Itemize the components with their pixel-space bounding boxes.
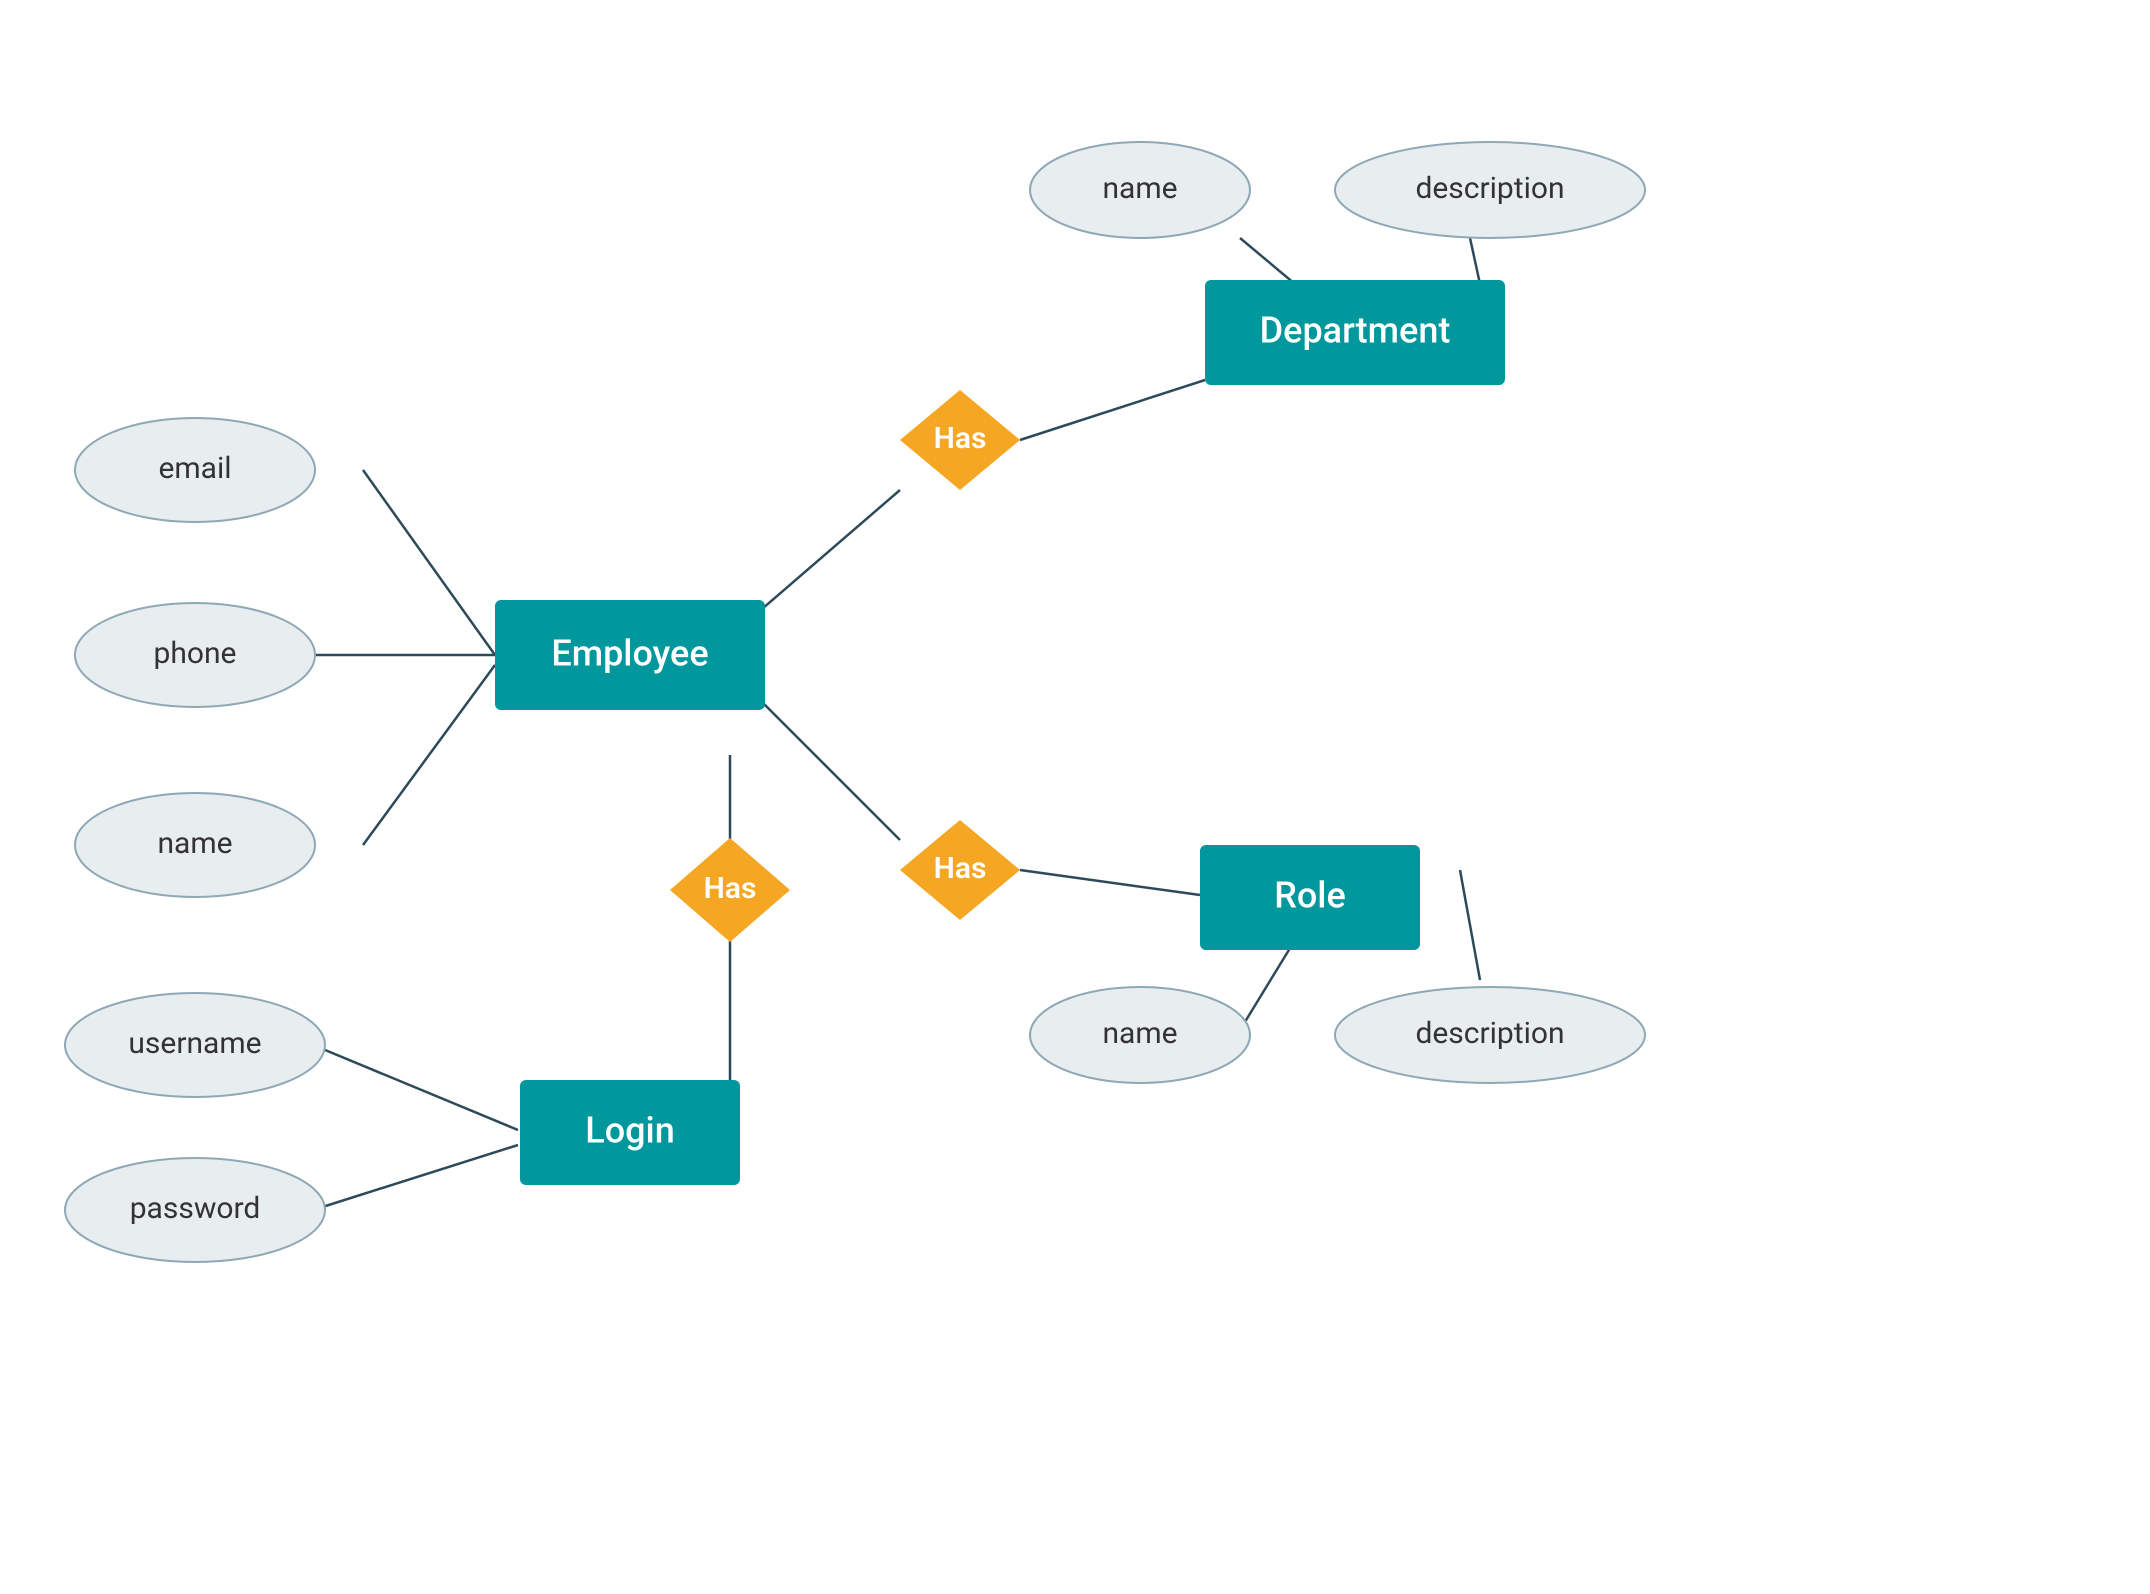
connector-role-desc xyxy=(1460,870,1480,980)
entity-employee-label: Employee xyxy=(551,633,708,675)
attr-dept-name-label: name xyxy=(1102,171,1177,206)
attr-emp-name-label: name xyxy=(157,826,232,861)
connector-email-employee xyxy=(363,470,495,655)
connector-hasdept-dept xyxy=(1020,380,1205,440)
entity-role-label: Role xyxy=(1274,875,1346,917)
rel-has-dept-label: Has xyxy=(934,421,987,456)
entity-department-label: Department xyxy=(1260,310,1451,352)
attr-email-label: email xyxy=(158,451,231,486)
attr-role-desc-label: description xyxy=(1415,1016,1564,1051)
connector-employee-hasrole xyxy=(755,695,900,840)
attr-role-name-label: name xyxy=(1102,1016,1177,1051)
attr-username-label: username xyxy=(128,1026,261,1061)
connector-login-password xyxy=(313,1145,518,1210)
attr-dept-desc-label: description xyxy=(1415,171,1564,206)
connector-employee-hasdept xyxy=(755,490,900,615)
attr-password-label: password xyxy=(130,1191,261,1226)
connector-name-employee xyxy=(363,665,495,845)
connector-login-username xyxy=(313,1045,518,1130)
rel-has-role-label: Has xyxy=(934,851,987,886)
connector-hasrole-role xyxy=(1020,870,1200,895)
entity-login-label: Login xyxy=(585,1110,675,1152)
attr-phone-label: phone xyxy=(154,636,237,671)
rel-has-login-label: Has xyxy=(704,871,757,906)
